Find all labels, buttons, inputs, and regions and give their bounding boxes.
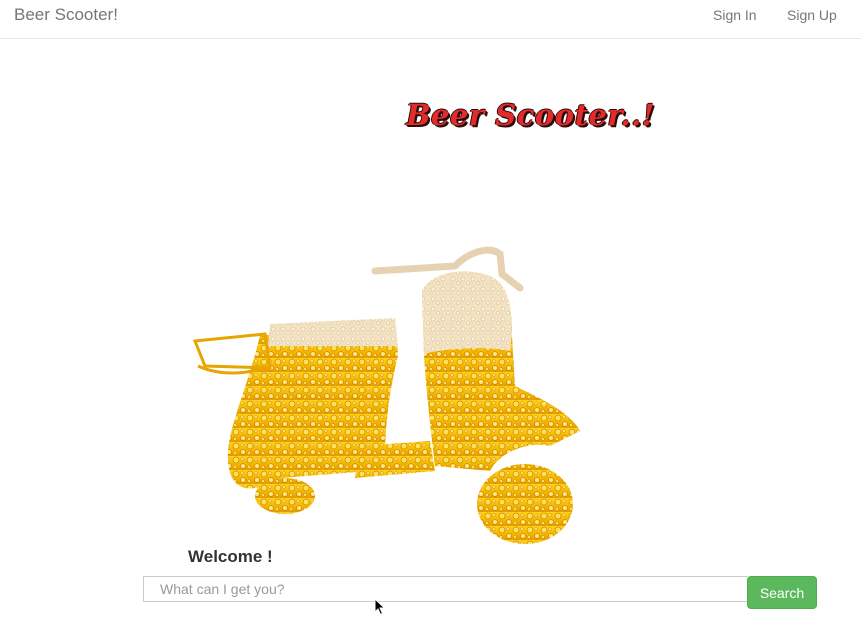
logo-title: Beer Scooter..! — [406, 98, 655, 132]
welcome-heading: Welcome ! — [188, 547, 273, 566]
sign-in-link[interactable]: Sign In — [713, 7, 757, 23]
search-button[interactable]: Search — [747, 576, 817, 609]
beer-scooter-image — [192, 246, 580, 544]
brand-link[interactable]: Beer Scooter! — [14, 5, 118, 25]
scooter-front-wheel — [477, 464, 573, 544]
sign-up-link[interactable]: Sign Up — [787, 7, 837, 23]
scooter-rear-wheel — [255, 478, 315, 514]
top-navbar: Beer Scooter! Sign In Sign Up — [0, 0, 861, 39]
search-input[interactable] — [143, 576, 748, 602]
mouse-pointer-icon — [374, 598, 386, 616]
